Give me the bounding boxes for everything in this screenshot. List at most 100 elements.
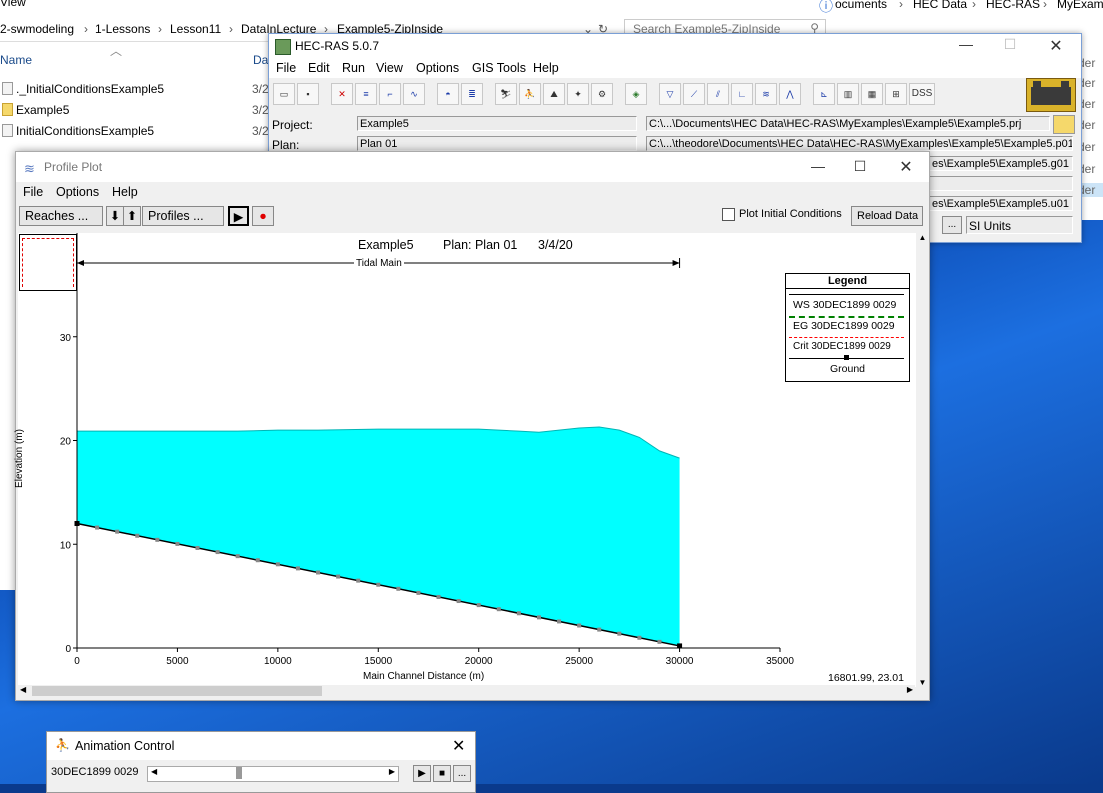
column-header-name[interactable]: Name xyxy=(0,53,32,67)
geometry-editor-icon[interactable]: ✕ xyxy=(331,83,353,105)
save-icon[interactable]: ▪ xyxy=(297,83,319,105)
summary-errors-icon[interactable]: ⊞ xyxy=(885,83,907,105)
menu-options[interactable]: Options xyxy=(56,185,99,199)
minimize-button[interactable]: — xyxy=(796,158,840,174)
river-overview-inset[interactable] xyxy=(19,234,77,291)
scroll-right-icon[interactable]: ▶ xyxy=(907,685,913,694)
stage-flow-hydrograph-icon[interactable]: ⋀ xyxy=(779,83,801,105)
maximize-button[interactable]: ☐ xyxy=(838,158,882,175)
geometry-path-field[interactable]: es\Example5\Example5.g01 xyxy=(929,156,1073,171)
plan-path-field[interactable]: C:\...\theodore\Documents\HEC Data\HEC-R… xyxy=(646,136,1073,151)
slider-right-icon[interactable]: ▶ xyxy=(389,767,395,776)
menu-options[interactable]: Options xyxy=(416,61,459,75)
y-axis-label: Elevation (m) xyxy=(13,429,25,488)
unsteady-analysis-icon[interactable]: ⛹ xyxy=(519,83,541,105)
file-row[interactable]: Example5 xyxy=(2,103,69,117)
breadcrumb-item[interactable]: ocuments xyxy=(835,0,887,11)
rating-curve-icon[interactable]: ∟ xyxy=(731,83,753,105)
animation-titlebar[interactable]: ⛹ Animation Control ✕ xyxy=(47,732,475,760)
ground-station-marker xyxy=(657,639,662,644)
hecras-titlebar[interactable]: HEC-RAS 5.0.7 — ☐ ✕ xyxy=(269,34,1081,58)
profile-table-icon[interactable]: ▦ xyxy=(861,83,883,105)
plot-initial-conditions-checkbox[interactable] xyxy=(722,208,735,221)
explorer-view-menu[interactable]: View xyxy=(0,0,26,9)
x-tick-label: 25000 xyxy=(565,656,593,667)
reaches-button[interactable]: Reaches ... xyxy=(19,206,103,226)
flow-path-field[interactable] xyxy=(929,176,1073,191)
horizontal-scrollbar[interactable]: ◀ ▶ xyxy=(18,685,915,698)
slider-thumb[interactable] xyxy=(236,767,242,779)
scroll-down-icon[interactable]: ▼ xyxy=(916,678,929,687)
file-icon xyxy=(2,124,13,137)
reload-data-button[interactable]: Reload Data xyxy=(851,206,923,226)
x-tick-label: 30000 xyxy=(666,656,694,667)
menu-run[interactable]: Run xyxy=(342,61,365,75)
xyz-plot-icon[interactable]: ≋ xyxy=(755,83,777,105)
file-name: Example5 xyxy=(16,103,70,117)
scroll-thumb[interactable] xyxy=(32,686,322,696)
general-profile-plot-icon[interactable]: ⫽ xyxy=(707,83,729,105)
record-icon[interactable]: ● xyxy=(252,206,274,226)
browse-folder-icon[interactable] xyxy=(1053,115,1075,134)
menu-gis-tools[interactable]: GIS Tools xyxy=(472,61,526,75)
minimize-button[interactable]: — xyxy=(944,36,988,52)
steady-analysis-icon[interactable]: ⛷ xyxy=(495,83,517,105)
unsteady-path-field[interactable]: es\Example5\Example5.u01 xyxy=(929,196,1073,211)
unsteady-flow-icon[interactable]: ∿ xyxy=(403,83,425,105)
scroll-up-icon[interactable]: ▲ xyxy=(916,233,929,242)
water-quality-icon[interactable]: ≣ xyxy=(461,83,483,105)
ground-station-marker xyxy=(376,582,381,587)
play-animation-icon[interactable]: ▶ xyxy=(228,206,249,226)
stop-icon[interactable]: ■ xyxy=(433,765,451,782)
maximize-button[interactable]: ☐ xyxy=(988,36,1032,53)
breadcrumb-item[interactable]: HEC Data xyxy=(913,0,967,11)
menu-help[interactable]: Help xyxy=(112,185,138,199)
animation-time-slider[interactable]: ◀ ▶ xyxy=(147,766,399,782)
ground-station-marker xyxy=(195,545,200,550)
scroll-left-icon[interactable]: ◀ xyxy=(20,685,26,694)
ras-mapper-icon[interactable]: ◈ xyxy=(625,83,647,105)
play-icon[interactable]: ▶ xyxy=(413,765,431,782)
chart-legend: Legend WS 30DEC1899 0029 EG 30DEC1899 00… xyxy=(785,273,910,382)
cross-section-plot-icon[interactable]: ▽ xyxy=(659,83,681,105)
project-path-field[interactable]: C:\...\Documents\HEC Data\HEC-RAS\MyExam… xyxy=(646,116,1050,131)
breadcrumb-item[interactable]: HEC-RAS xyxy=(986,0,1040,11)
file-row[interactable]: ._InitialConditionsExample5 xyxy=(2,82,164,96)
menu-file[interactable]: File xyxy=(276,61,296,75)
menu-file[interactable]: File xyxy=(23,185,43,199)
animation-options-button[interactable]: ... xyxy=(453,765,471,782)
close-button[interactable]: ✕ xyxy=(452,736,465,756)
slider-left-icon[interactable]: ◀ xyxy=(151,767,157,776)
menu-view[interactable]: View xyxy=(376,61,403,75)
steady-flow-icon[interactable]: ≡ xyxy=(355,83,377,105)
detailed-table-icon[interactable]: ▥ xyxy=(837,83,859,105)
profile-plot-area[interactable]: 0 5000 10000 15000 20000 25000 30000 35000 0 10 20… xyxy=(14,233,926,687)
close-button[interactable]: ✕ xyxy=(1034,36,1078,56)
hydraulic-property-plot-icon[interactable]: ⊾ xyxy=(813,83,835,105)
hydraulic-design-icon[interactable]: ⚙ xyxy=(591,83,613,105)
profile-plot-icon[interactable]: ⟋ xyxy=(683,83,705,105)
plan-title-field[interactable]: Plan 01 xyxy=(357,136,637,151)
breadcrumb-item[interactable]: 2-swmodeling xyxy=(0,22,74,36)
ground-station-marker xyxy=(557,619,562,624)
breadcrumb-item[interactable]: 1-Lessons xyxy=(95,22,150,36)
water-quality-analysis-icon[interactable]: ✦ xyxy=(567,83,589,105)
arrow-down-icon[interactable]: ⬇ xyxy=(106,206,124,226)
menu-edit[interactable]: Edit xyxy=(308,61,330,75)
breadcrumb-item[interactable]: Lesson11 xyxy=(170,22,221,36)
profiles-button[interactable]: Profiles ... xyxy=(142,206,224,226)
arrow-up-icon[interactable]: ⬆ xyxy=(123,206,141,226)
close-button[interactable]: ✕ xyxy=(884,157,928,177)
sediment-analysis-icon[interactable]: ⛰ xyxy=(543,83,565,105)
quasi-flow-icon[interactable]: ⌐ xyxy=(379,83,401,105)
file-row[interactable]: InitialConditionsExample5 xyxy=(2,124,154,138)
units-browse-button[interactable]: ... xyxy=(942,216,962,234)
sediment-data-icon[interactable]: ◓ xyxy=(437,83,459,105)
vertical-scrollbar[interactable]: ▲ ▼ xyxy=(916,233,929,687)
open-icon[interactable]: ▭ xyxy=(273,83,295,105)
dss-viewer-button[interactable]: DSS xyxy=(909,83,935,105)
breadcrumb-item[interactable]: MyExam xyxy=(1057,0,1103,11)
menu-help[interactable]: Help xyxy=(533,61,559,75)
profile-plot-titlebar[interactable]: ≋ Profile Plot — ☐ ✕ xyxy=(16,152,929,182)
project-title-field[interactable]: Example5 xyxy=(357,116,637,131)
